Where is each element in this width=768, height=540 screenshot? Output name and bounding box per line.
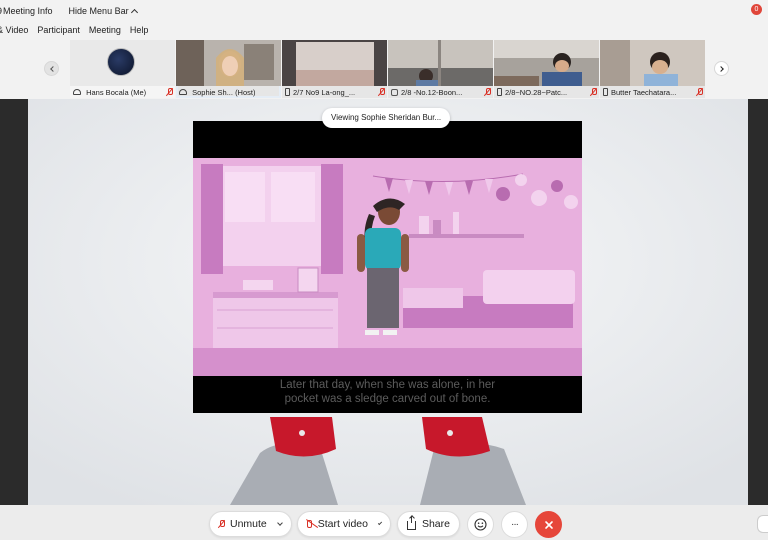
participant-tile[interactable]: 2/7 No9 La-ong_... <box>282 40 387 98</box>
participant-name: Sophie Sh... <box>192 87 233 97</box>
more-button[interactable]: ··· <box>501 511 528 538</box>
participant-label: Hans Bocala (Me) <box>70 86 175 98</box>
hide-menu-bar-button[interactable]: Hide Menu Bar <box>68 6 138 17</box>
shared-video-scene <box>193 158 582 376</box>
participant-label: 2/7 No9 La-ong_... <box>282 86 387 98</box>
avatar <box>107 48 135 76</box>
unmute-button[interactable]: Unmute <box>209 511 292 537</box>
camera-feet-image <box>230 417 526 505</box>
participant-label: Butter Taechatara... <box>600 86 705 98</box>
participant-tile[interactable]: Hans Bocala (Me) <box>70 40 175 98</box>
headphones-icon <box>73 89 81 95</box>
meeting-menu[interactable]: Meeting <box>89 25 121 35</box>
strip-next-button[interactable] <box>714 61 729 76</box>
strip-prev-button[interactable] <box>44 61 59 76</box>
reactions-button[interactable] <box>467 511 494 538</box>
shared-screen: Later that day, when she was alone, in h… <box>193 121 582 413</box>
participant-label: Sophie Sh... (Host) <box>176 86 281 98</box>
participant-video <box>600 40 705 86</box>
mic-muted-icon <box>379 88 385 96</box>
more-icon: ··· <box>511 519 519 530</box>
participant-strip: Hans Bocala (Me) Sophie Sh... (Host) 2/7… <box>0 40 768 99</box>
video-off-icon <box>307 520 312 528</box>
phone-icon <box>285 88 290 96</box>
partial-glyph: 9 <box>0 6 2 16</box>
participant-label: 2/8 -No.12-Boon... <box>388 86 493 98</box>
chevron-down-icon[interactable] <box>377 520 383 525</box>
chevron-left-icon <box>50 66 56 72</box>
participant-tile[interactable]: Butter Taechatara... <box>600 40 705 98</box>
tablet-icon <box>391 88 398 96</box>
end-meeting-button[interactable] <box>535 511 562 538</box>
participant-video <box>388 40 493 86</box>
close-icon <box>544 520 553 529</box>
viewing-label[interactable]: Viewing Sophie Sheridan Bur... <box>322 108 451 128</box>
side-panel-toggle[interactable] <box>757 515 768 533</box>
mic-muted-icon <box>485 88 491 96</box>
audio-video-menu[interactable]: & Video <box>0 25 28 35</box>
participant-tag: (Host) <box>235 87 256 97</box>
participant-menu[interactable]: Participant <box>37 25 80 35</box>
phone-icon <box>497 88 502 96</box>
video-caption: Later that day, when she was alone, in h… <box>279 379 496 405</box>
share-icon <box>407 515 416 530</box>
meeting-info-menu[interactable]: Meeting Info <box>3 6 53 16</box>
mic-muted-icon <box>219 520 225 528</box>
mic-muted-icon <box>167 88 173 96</box>
participant-tile[interactable]: 2/8~NO.28~Patc... <box>494 40 599 98</box>
meeting-toolbar: Unmute Start video Share ··· <box>0 505 768 540</box>
participant-name: 2/7 No9 La-ong_... <box>293 87 356 97</box>
participant-video <box>176 40 281 86</box>
chevron-up-icon <box>130 8 138 17</box>
share-label: Share <box>421 518 450 530</box>
unmute-label: Unmute <box>230 518 267 530</box>
participant-name: 2/8 -No.12-Boon... <box>401 87 463 97</box>
menu-row-bottom: & Video Participant Meeting Help <box>0 24 157 36</box>
participant-label: 2/8~NO.28~Patc... <box>494 86 599 98</box>
chevron-down-icon[interactable] <box>276 519 283 526</box>
share-button[interactable]: Share <box>397 511 460 537</box>
mic-muted-icon <box>591 88 597 96</box>
smiley-icon <box>474 518 487 531</box>
chevron-right-icon <box>718 66 724 72</box>
participant-tile[interactable]: 2/8 -No.12-Boon... <box>388 40 493 98</box>
participant-tag: (Me) <box>130 87 147 97</box>
start-video-label: Start video <box>317 518 368 530</box>
mic-muted-icon <box>697 88 703 96</box>
phone-icon <box>603 88 608 96</box>
help-menu[interactable]: Help <box>130 25 149 35</box>
start-video-button[interactable]: Start video <box>297 511 391 537</box>
menu-bar: 9 Meeting Info Hide Menu Bar 0 & Video P… <box>0 0 768 40</box>
participant-name: 2/8~NO.28~Patc... <box>505 87 568 97</box>
participant-video <box>282 40 387 86</box>
headphones-icon <box>179 89 187 95</box>
hide-menu-bar-label: Hide Menu Bar <box>68 6 129 16</box>
participant-tile[interactable]: Sophie Sh... (Host) <box>176 40 281 98</box>
participant-name: Butter Taechatara... <box>611 87 677 97</box>
participant-name: Hans Bocala <box>86 87 129 97</box>
notification-badge[interactable]: 0 <box>751 4 762 15</box>
menu-row-top: 9 Meeting Info Hide Menu Bar <box>0 4 153 18</box>
participant-video <box>494 40 599 86</box>
